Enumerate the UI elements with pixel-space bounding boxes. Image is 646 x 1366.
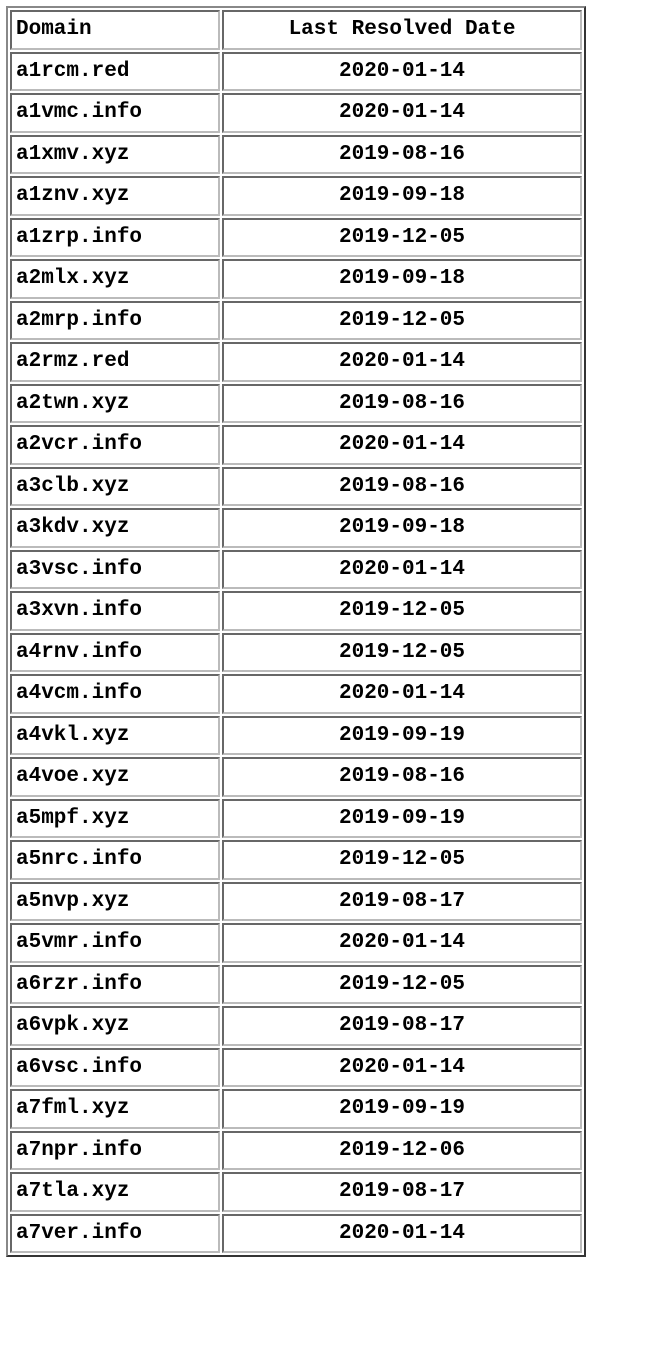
domain-cell: a4vcm.info xyxy=(10,674,220,714)
domain-cell: a5vmr.info xyxy=(10,923,220,963)
domain-cell: a6rzr.info xyxy=(10,965,220,1005)
table-row: a4rnv.info2019-12-05 xyxy=(10,633,582,673)
table-row: a2rmz.red2020-01-14 xyxy=(10,342,582,382)
domain-cell: a1vmc.info xyxy=(10,93,220,133)
date-cell: 2019-12-06 xyxy=(222,1131,582,1171)
date-cell: 2019-08-17 xyxy=(222,1006,582,1046)
table-row: a2mrp.info2019-12-05 xyxy=(10,301,582,341)
table-row: a3kdv.xyz2019-09-18 xyxy=(10,508,582,548)
date-cell: 2019-08-16 xyxy=(222,467,582,507)
date-cell: 2019-12-05 xyxy=(222,965,582,1005)
date-cell: 2019-09-19 xyxy=(222,1089,582,1129)
table-row: a1zrp.info2019-12-05 xyxy=(10,218,582,258)
domain-table: Domain Last Resolved Date a1rcm.red2020-… xyxy=(6,6,586,1257)
date-cell: 2019-09-18 xyxy=(222,176,582,216)
table-row: a4vcm.info2020-01-14 xyxy=(10,674,582,714)
date-cell: 2020-01-14 xyxy=(222,1214,582,1254)
date-cell: 2019-08-17 xyxy=(222,882,582,922)
table-row: a7npr.info2019-12-06 xyxy=(10,1131,582,1171)
date-cell: 2019-09-19 xyxy=(222,716,582,756)
date-cell: 2019-12-05 xyxy=(222,591,582,631)
table-row: a5vmr.info2020-01-14 xyxy=(10,923,582,963)
date-cell: 2020-01-14 xyxy=(222,93,582,133)
table-row: a7tla.xyz2019-08-17 xyxy=(10,1172,582,1212)
domain-cell: a7npr.info xyxy=(10,1131,220,1171)
date-cell: 2019-09-18 xyxy=(222,508,582,548)
domain-cell: a3xvn.info xyxy=(10,591,220,631)
date-cell: 2019-12-05 xyxy=(222,840,582,880)
column-header-date: Last Resolved Date xyxy=(222,10,582,50)
date-cell: 2020-01-14 xyxy=(222,425,582,465)
date-cell: 2020-01-14 xyxy=(222,674,582,714)
date-cell: 2019-09-18 xyxy=(222,259,582,299)
date-cell: 2019-12-05 xyxy=(222,218,582,258)
table-row: a1znv.xyz2019-09-18 xyxy=(10,176,582,216)
domain-cell: a2vcr.info xyxy=(10,425,220,465)
date-cell: 2019-08-17 xyxy=(222,1172,582,1212)
table-row: a4vkl.xyz2019-09-19 xyxy=(10,716,582,756)
table-row: a2twn.xyz2019-08-16 xyxy=(10,384,582,424)
table-row: a3clb.xyz2019-08-16 xyxy=(10,467,582,507)
date-cell: 2020-01-14 xyxy=(222,923,582,963)
table-row: a6vsc.info2020-01-14 xyxy=(10,1048,582,1088)
table-row: a7ver.info2020-01-14 xyxy=(10,1214,582,1254)
table-row: a3xvn.info2019-12-05 xyxy=(10,591,582,631)
table-row: a5nrc.info2019-12-05 xyxy=(10,840,582,880)
date-cell: 2019-08-16 xyxy=(222,135,582,175)
domain-cell: a3clb.xyz xyxy=(10,467,220,507)
table-row: a2mlx.xyz2019-09-18 xyxy=(10,259,582,299)
date-cell: 2020-01-14 xyxy=(222,1048,582,1088)
domain-cell: a4vkl.xyz xyxy=(10,716,220,756)
domain-cell: a7tla.xyz xyxy=(10,1172,220,1212)
table-row: a7fml.xyz2019-09-19 xyxy=(10,1089,582,1129)
domain-cell: a2twn.xyz xyxy=(10,384,220,424)
date-cell: 2020-01-14 xyxy=(222,550,582,590)
table-row: a5mpf.xyz2019-09-19 xyxy=(10,799,582,839)
table-row: a1xmv.xyz2019-08-16 xyxy=(10,135,582,175)
domain-cell: a1znv.xyz xyxy=(10,176,220,216)
domain-cell: a7fml.xyz xyxy=(10,1089,220,1129)
domain-cell: a4rnv.info xyxy=(10,633,220,673)
table-row: a4voe.xyz2019-08-16 xyxy=(10,757,582,797)
column-header-domain: Domain xyxy=(10,10,220,50)
domain-cell: a6vpk.xyz xyxy=(10,1006,220,1046)
table-row: a1rcm.red2020-01-14 xyxy=(10,52,582,92)
table-row: a1vmc.info2020-01-14 xyxy=(10,93,582,133)
table-row: a3vsc.info2020-01-14 xyxy=(10,550,582,590)
domain-cell: a1xmv.xyz xyxy=(10,135,220,175)
date-cell: 2019-08-16 xyxy=(222,757,582,797)
domain-cell: a1rcm.red xyxy=(10,52,220,92)
date-cell: 2019-09-19 xyxy=(222,799,582,839)
date-cell: 2019-12-05 xyxy=(222,301,582,341)
date-cell: 2020-01-14 xyxy=(222,342,582,382)
domain-cell: a7ver.info xyxy=(10,1214,220,1254)
table-row: a5nvp.xyz2019-08-17 xyxy=(10,882,582,922)
table-row: a6rzr.info2019-12-05 xyxy=(10,965,582,1005)
table-row: a2vcr.info2020-01-14 xyxy=(10,425,582,465)
domain-cell: a3kdv.xyz xyxy=(10,508,220,548)
date-cell: 2019-08-16 xyxy=(222,384,582,424)
domain-cell: a5mpf.xyz xyxy=(10,799,220,839)
domain-cell: a4voe.xyz xyxy=(10,757,220,797)
date-cell: 2020-01-14 xyxy=(222,52,582,92)
domain-cell: a2mrp.info xyxy=(10,301,220,341)
domain-cell: a6vsc.info xyxy=(10,1048,220,1088)
table-row: a6vpk.xyz2019-08-17 xyxy=(10,1006,582,1046)
domain-cell: a3vsc.info xyxy=(10,550,220,590)
table-header-row: Domain Last Resolved Date xyxy=(10,10,582,50)
date-cell: 2019-12-05 xyxy=(222,633,582,673)
domain-cell: a2mlx.xyz xyxy=(10,259,220,299)
domain-cell: a5nrc.info xyxy=(10,840,220,880)
domain-cell: a2rmz.red xyxy=(10,342,220,382)
domain-cell: a5nvp.xyz xyxy=(10,882,220,922)
domain-cell: a1zrp.info xyxy=(10,218,220,258)
